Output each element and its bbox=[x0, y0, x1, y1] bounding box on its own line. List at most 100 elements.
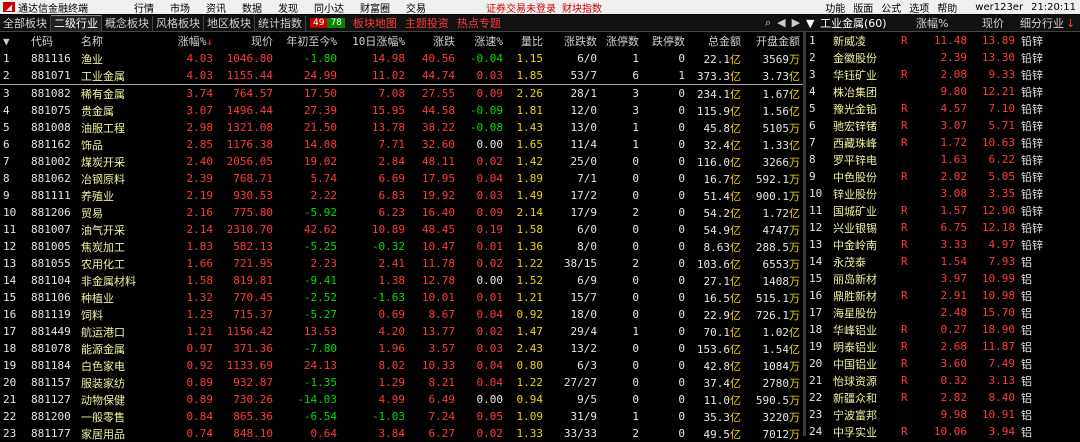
list-item[interactable]: 20 中国铝业 R 3.60 7.49 铝 bbox=[806, 355, 1080, 372]
table-row[interactable]: 4 881075 贵金属 3.07 1496.44 27.39 15.95 44.58 -0.0… bbox=[0, 102, 803, 119]
menu-item-gongneng[interactable]: 功能 bbox=[821, 0, 849, 15]
login-notice[interactable]: 证券交易未登录 bbox=[486, 0, 556, 15]
col-name[interactable]: 名称 bbox=[78, 32, 158, 50]
tab-sector-map[interactable]: 板块地图 bbox=[349, 15, 401, 31]
list-item[interactable]: 15 丽岛新材 3.97 10.99 铝 bbox=[806, 270, 1080, 287]
dropdown-arrow-icon[interactable]: ▼ bbox=[806, 17, 820, 30]
list-item[interactable]: 16 鼎胜新材 R 2.91 10.98 铝 bbox=[806, 287, 1080, 304]
table-row[interactable]: 6 881162 饰品 2.85 1176.38 14.08 7.71 32.60 0.00 1.… bbox=[0, 136, 803, 153]
table-row[interactable]: 18 881078 能源金属 0.97 371.36 -7.80 1.96 3.57 0.03 2… bbox=[0, 340, 803, 357]
list-item[interactable]: 11 国城矿业 R 1.57 12.90 铅锌 bbox=[806, 202, 1080, 219]
list-item[interactable]: 1 新威凌 R 11.48 13.89 铅锌 bbox=[806, 32, 1080, 49]
tab-concept[interactable]: 概念板块 bbox=[102, 15, 153, 31]
menu-item-gongshi[interactable]: 公式 bbox=[877, 0, 905, 15]
menu-item-banmian[interactable]: 版面 bbox=[849, 0, 877, 15]
list-item[interactable]: 3 华钰矿业 R 2.08 9.33 铅锌 bbox=[806, 66, 1080, 83]
menu-item-shuju[interactable]: 数据 bbox=[234, 0, 270, 15]
table-row[interactable]: 5 881008 油服工程 2.98 1321.08 21.50 13.78 38.22 -0.… bbox=[0, 119, 803, 136]
right-col-price[interactable]: 现价 bbox=[956, 15, 1004, 31]
menu-item-jiaoyi[interactable]: 交易 bbox=[398, 0, 434, 15]
col-volume-ratio[interactable]: 量比 bbox=[506, 32, 546, 50]
col-diff[interactable]: 涨跌 bbox=[408, 32, 458, 50]
tab-style[interactable]: 风格板块 bbox=[153, 15, 204, 31]
list-item[interactable]: 24 中孚实业 R 10.06 3.94 铝 bbox=[806, 423, 1080, 440]
table-row[interactable]: 20 881157 服装家纺 0.89 932.87 -1.35 1.29 8.21 0.04 1… bbox=[0, 374, 803, 391]
row-ytd: -5.92 bbox=[303, 206, 337, 219]
right-col-change[interactable]: 涨幅% bbox=[916, 15, 956, 31]
table-row[interactable]: 1 881116 渔业 4.03 1046.80 -1.80 14.98 40.56 -0.04… bbox=[0, 50, 803, 67]
col-ytd[interactable]: 年初至今% bbox=[276, 32, 340, 50]
stock-price: 7.49 bbox=[988, 357, 1016, 370]
index-notice[interactable]: 财块指数 bbox=[562, 0, 602, 15]
list-item[interactable]: 21 怡球资源 R 0.32 3.13 铝 bbox=[806, 372, 1080, 389]
menu-item-faxian[interactable]: 发现 bbox=[270, 0, 306, 15]
menu-item-shichang[interactable]: 市场 bbox=[162, 0, 198, 15]
list-item[interactable]: 17 海星股份 2.48 15.70 铝 bbox=[806, 304, 1080, 321]
col-price[interactable]: 现价 bbox=[216, 32, 276, 50]
table-row[interactable]: 22 881200 一般零售 0.84 865.36 -6.54 -1.03 7.24 0.05… bbox=[0, 408, 803, 425]
tab-level2-industry[interactable]: 二级行业 bbox=[51, 15, 102, 31]
table-row[interactable]: 8 881062 冶钢原料 2.39 768.71 5.74 6.69 17.95 0.04 1.… bbox=[0, 170, 803, 187]
row-amount-unit: 亿 bbox=[730, 138, 741, 152]
list-item[interactable]: 22 新疆众和 R 2.82 8.40 铝 bbox=[806, 389, 1080, 406]
table-row[interactable]: 3 881082 稀有金属 3.74 764.57 17.50 7.08 27.55 0.09 2… bbox=[0, 85, 803, 103]
col-open-amount[interactable]: 开盘金额 bbox=[744, 32, 803, 50]
list-item[interactable]: 18 华峰铝业 R 0.27 18.90 铝 bbox=[806, 321, 1080, 338]
tab-theme-invest[interactable]: 主题投资 bbox=[401, 15, 453, 31]
col-10day[interactable]: 10日涨幅% bbox=[340, 32, 408, 50]
list-item[interactable]: 14 永茂泰 R 1.54 7.93 铝 bbox=[806, 253, 1080, 270]
tab-region[interactable]: 地区板块 bbox=[204, 15, 255, 31]
list-item[interactable]: 8 罗平锌电 1.63 6.22 铅锌 bbox=[806, 151, 1080, 168]
list-item[interactable]: 13 中金岭南 R 3.33 4.97 铅锌 bbox=[806, 236, 1080, 253]
menu-item-caifuquan[interactable]: 财富圈 bbox=[352, 0, 398, 15]
search-icon[interactable]: ⌕ bbox=[765, 16, 771, 30]
table-row[interactable]: 14 881104 非金属材料 1.58 819.81 -9.41 1.38 12.78 0.0… bbox=[0, 272, 803, 289]
list-item[interactable]: 7 西藏珠峰 R 1.72 10.63 铅锌 bbox=[806, 134, 1080, 151]
table-row[interactable]: 13 881055 农用化工 1.66 721.95 2.23 2.41 11.78 0.02 1… bbox=[0, 255, 803, 272]
menu-item-zixun[interactable]: 资讯 bbox=[198, 0, 234, 15]
col-code[interactable]: 代码 bbox=[28, 32, 78, 50]
list-item[interactable]: 5 豫光金铅 R 4.57 7.10 铅锌 bbox=[806, 100, 1080, 117]
nav-right-icon[interactable]: ▶ bbox=[792, 16, 800, 30]
table-row[interactable]: 21 881127 动物保健 0.89 730.26 -14.03 4.99 6.49 0.00… bbox=[0, 391, 803, 408]
row-ytd: 5.74 bbox=[310, 172, 338, 185]
table-row[interactable]: 19 881184 白色家电 0.92 1133.69 24.13 8.02 10.33 0.0… bbox=[0, 357, 803, 374]
right-col-sub[interactable]: 细分行业 bbox=[1004, 15, 1064, 31]
tab-hot-topics[interactable]: 热点专题 bbox=[453, 15, 505, 31]
table-row[interactable]: 17 881449 航运港口 1.21 1156.42 13.53 4.20 13.77 0.0… bbox=[0, 323, 803, 340]
row-price: 764.57 bbox=[233, 87, 273, 100]
col-limit-down[interactable]: 跌停数 bbox=[642, 32, 688, 50]
menu-item-xuanxiang[interactable]: 选项 bbox=[905, 0, 933, 15]
list-item[interactable]: 10 锌业股份 3.08 3.35 铅锌 bbox=[806, 185, 1080, 202]
list-item[interactable]: 2 金徽股份 2.39 13.30 铅锌 bbox=[806, 49, 1080, 66]
col-change[interactable]: 涨幅%↓ bbox=[158, 32, 216, 50]
table-row[interactable]: 23 881177 家居用品 0.74 848.10 0.64 3.84 6.27 0.02 1.… bbox=[0, 425, 803, 442]
table-row[interactable]: 15 881106 种植业 1.32 770.45 -2.52 -1.63 10.01 0.01… bbox=[0, 289, 803, 306]
col-limit-up[interactable]: 涨停数 bbox=[600, 32, 642, 50]
menu-item-tongxiaoda[interactable]: 同小达 bbox=[306, 0, 352, 15]
table-row[interactable]: 12 881005 焦炭加工 1.83 582.13 -5.25 -0.32 10.47 0.0… bbox=[0, 238, 803, 255]
table-row[interactable]: 11 881007 油气开采 2.14 2310.70 42.62 10.89 48.45 0.… bbox=[0, 221, 803, 238]
list-item[interactable]: 4 株冶集团 9.80 12.21 铅锌 bbox=[806, 83, 1080, 100]
col-amount[interactable]: 总金额 bbox=[688, 32, 744, 50]
sort-down-icon[interactable]: ▼ bbox=[0, 32, 28, 50]
list-item[interactable]: 9 中色股份 R 2.02 5.05 铅锌 bbox=[806, 168, 1080, 185]
nav-left-icon[interactable]: ◀ bbox=[777, 16, 785, 30]
col-speed[interactable]: 涨速% bbox=[458, 32, 506, 50]
list-item[interactable]: 6 驰宏锌锗 R 3.07 5.71 铅锌 bbox=[806, 117, 1080, 134]
list-item[interactable]: 23 宁波富邦 9.98 10.91 铝 bbox=[806, 406, 1080, 423]
table-row[interactable]: 7 881002 煤炭开采 2.40 2056.05 19.02 2.84 48.11 0.02… bbox=[0, 153, 803, 170]
right-panel-title[interactable]: 工业金属(60) bbox=[820, 15, 916, 31]
tab-stat-index[interactable]: 统计指数 bbox=[255, 15, 306, 31]
table-row[interactable]: 10 881206 贸易 2.16 775.80 -5.92 6.23 16.40 0.09 2.… bbox=[0, 204, 803, 221]
list-item[interactable]: 19 明泰铝业 R 2.68 11.87 铝 bbox=[806, 338, 1080, 355]
menu-item-hangqing[interactable]: 行情 bbox=[126, 0, 162, 15]
list-item[interactable]: 12 兴业银锡 R 6.75 12.18 铅锌 bbox=[806, 219, 1080, 236]
col-up-down[interactable]: 涨跌数 bbox=[546, 32, 600, 50]
menu-item-bangzhu[interactable]: 帮助 bbox=[933, 0, 961, 15]
table-row[interactable]: 9 881111 养殖业 2.19 930.53 2.22 6.83 19.92 0.03 1.4… bbox=[0, 187, 803, 204]
tab-all-sectors[interactable]: 全部板块 bbox=[0, 15, 51, 31]
table-row[interactable]: 2 881071 工业金属 4.03 1155.44 24.99 11.02 44.74 0.0… bbox=[0, 67, 803, 85]
table-row[interactable]: 16 881119 饲料 1.23 715.37 -5.27 0.69 8.67 0.04 0.9… bbox=[0, 306, 803, 323]
user-name[interactable]: wer123er bbox=[961, 2, 1027, 13]
